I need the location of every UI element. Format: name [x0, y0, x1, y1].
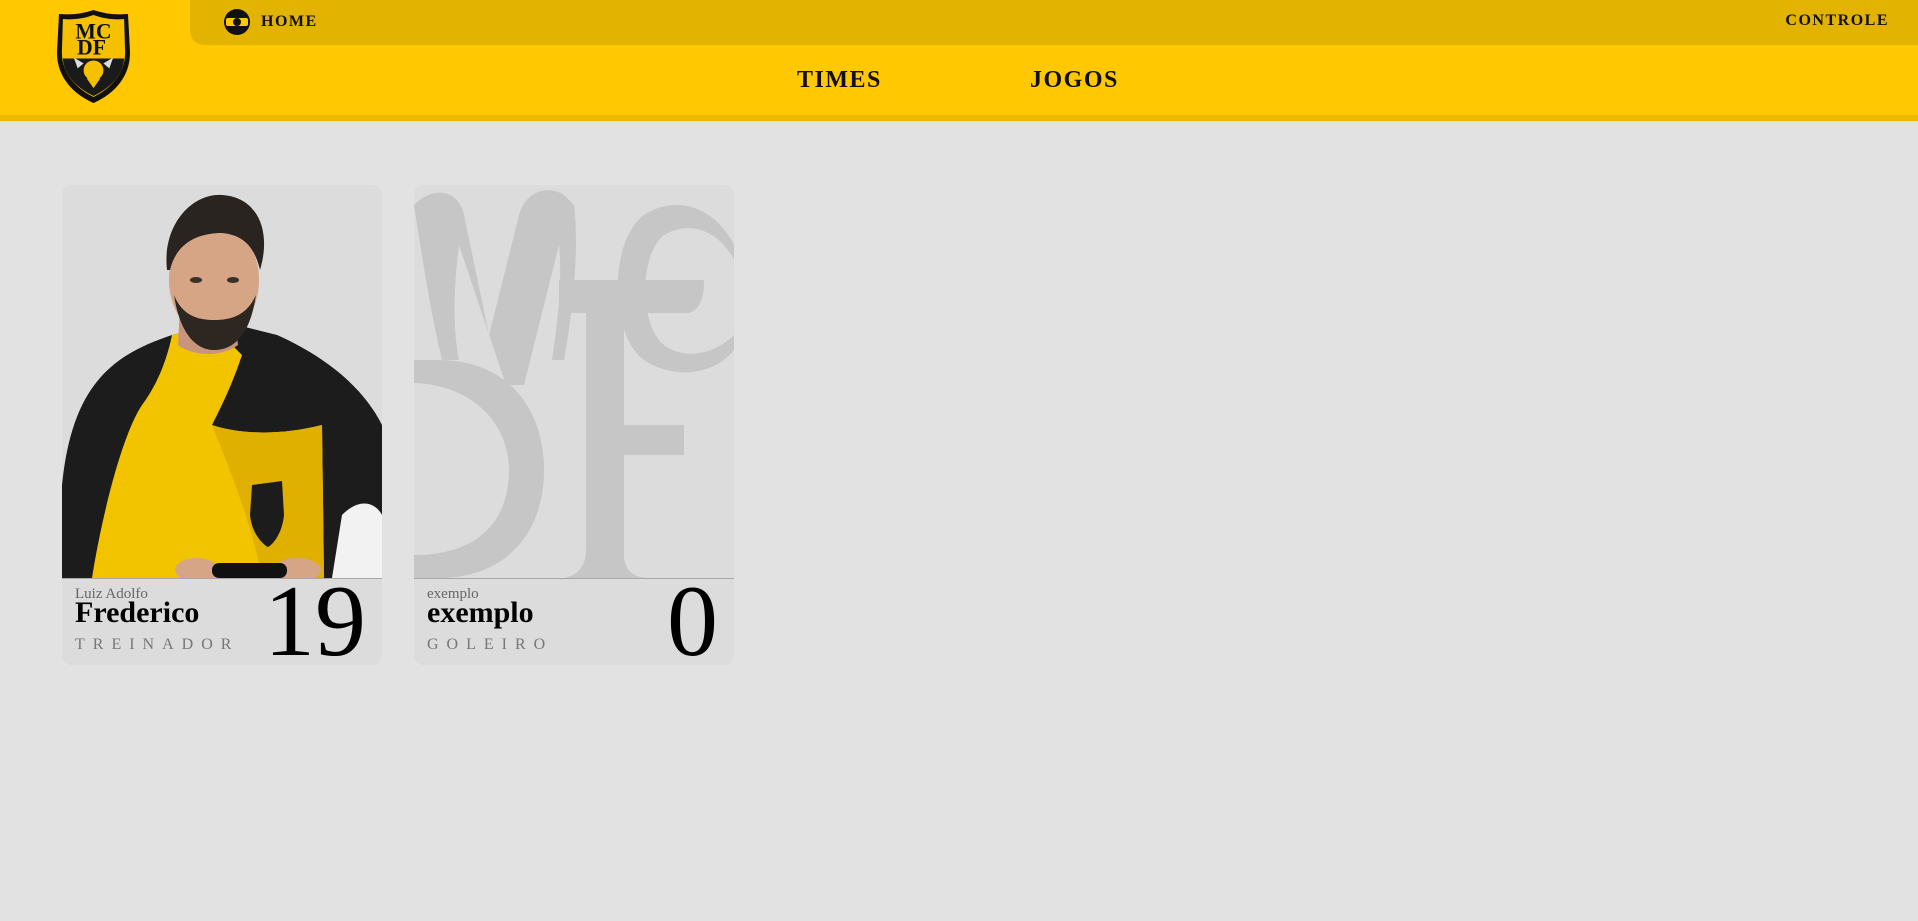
monogram-placeholder-icon	[414, 185, 734, 578]
player-card[interactable]: Luiz Adolfo Frederico TREINADOR 19	[62, 185, 382, 665]
ball-icon	[224, 9, 250, 35]
header-divider	[0, 115, 1918, 121]
player-photo	[62, 185, 382, 578]
home-label: HOME	[261, 13, 318, 30]
player-last-name: Frederico	[75, 596, 200, 629]
nav-jogos[interactable]: JOGOS	[1030, 67, 1119, 94]
nav-times[interactable]: TIMES	[797, 67, 882, 94]
player-last-name: exemplo	[427, 596, 534, 629]
player-number: 0	[667, 565, 718, 665]
top-bar	[190, 0, 1918, 45]
player-position: TREINADOR	[75, 636, 240, 653]
player-card[interactable]: exemplo exemplo GOLEIRO 0	[414, 185, 734, 665]
club-crest-logo[interactable]: MC DF	[54, 9, 133, 104]
controle-link[interactable]: CONTROLE	[1785, 12, 1889, 30]
player-position: GOLEIRO	[427, 636, 554, 653]
player-number: 19	[264, 565, 366, 665]
svg-text:DF: DF	[77, 36, 106, 60]
home-link[interactable]: HOME	[223, 7, 318, 37]
